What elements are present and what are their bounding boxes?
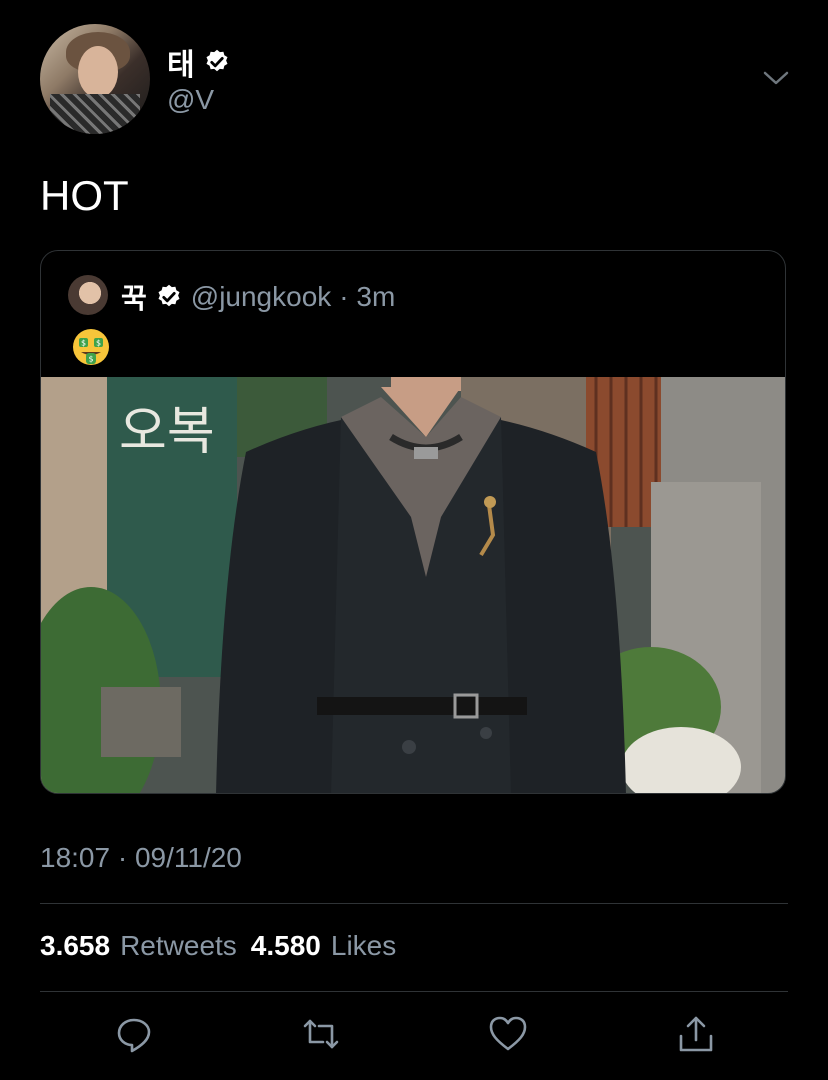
photo-illustration: 오복 xyxy=(41,377,785,793)
heart-icon[interactable] xyxy=(488,1014,528,1054)
tweet-text: HOT xyxy=(40,172,129,219)
verified-badge-icon xyxy=(206,49,228,72)
divider xyxy=(40,991,788,992)
share-icon[interactable] xyxy=(676,1014,716,1054)
quoted-photo[interactable]: 오복 xyxy=(41,377,785,793)
tweet-stats: 3.658 Retweets 4.580 Likes xyxy=(40,930,396,962)
author-avatar[interactable] xyxy=(40,24,150,134)
chevron-down-icon[interactable] xyxy=(762,68,790,88)
retweets-count: 3.658 xyxy=(40,930,111,961)
likes-stat[interactable]: 4.580 Likes xyxy=(251,930,396,962)
svg-text:$: $ xyxy=(81,339,86,348)
tweet-timestamp: 18:07 · 09/11/20 xyxy=(40,842,242,873)
retweets-label: Retweets xyxy=(120,930,237,961)
money-mouth-face-emoji: $ $ $ xyxy=(73,329,109,365)
svg-text:$: $ xyxy=(88,355,93,364)
retweets-stat[interactable]: 3.658 Retweets xyxy=(40,930,237,962)
author-handle[interactable]: @V xyxy=(167,84,214,116)
likes-count: 4.580 xyxy=(250,930,321,961)
quoted-age: · 3m xyxy=(339,281,396,312)
quoted-handle: @jungkook xyxy=(190,281,332,312)
quoted-avatar[interactable] xyxy=(68,275,108,315)
sign-text: 오복 xyxy=(119,402,215,462)
author-name-row: 태 xyxy=(167,40,231,84)
divider xyxy=(40,903,788,904)
verified-badge-icon xyxy=(158,284,180,307)
retweet-icon[interactable] xyxy=(301,1014,341,1054)
likes-label: Likes xyxy=(330,930,397,961)
quoted-name: 꾹 xyxy=(121,282,147,315)
quoted-header: 꾹 @jungkook · 3m xyxy=(121,277,395,317)
author-name[interactable]: 태 xyxy=(167,40,195,84)
reply-icon[interactable] xyxy=(114,1014,154,1054)
quoted-tweet[interactable]: 꾹 @jungkook · 3m $ $ $ 오복 xyxy=(40,250,786,794)
svg-text:$: $ xyxy=(96,339,101,348)
